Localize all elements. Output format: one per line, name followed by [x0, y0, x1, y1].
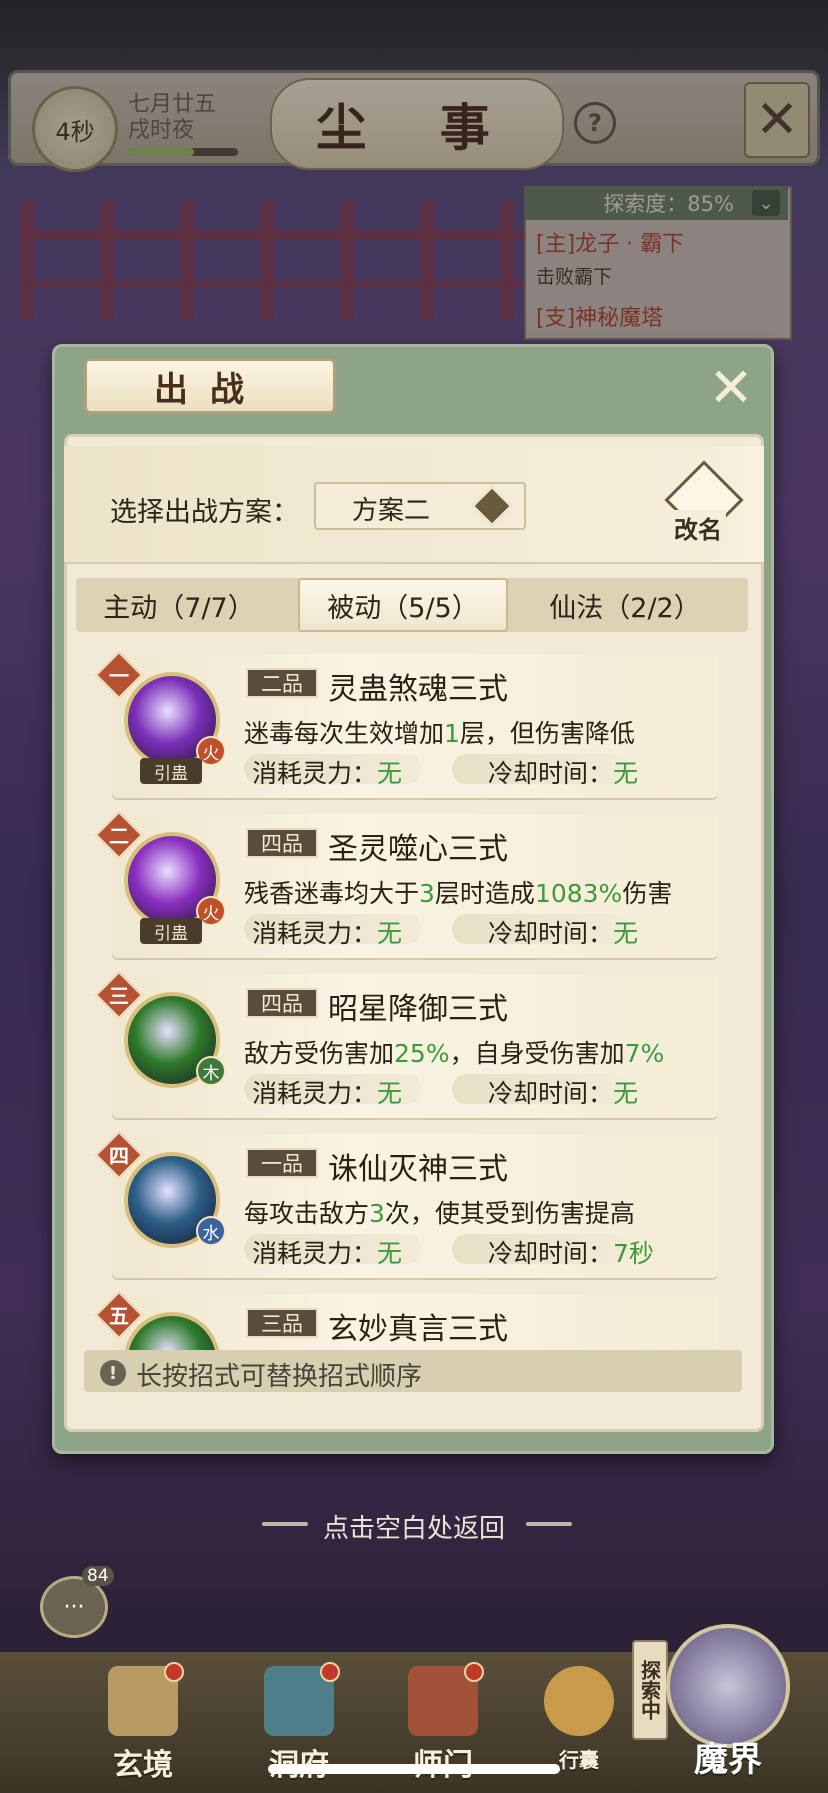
skill-tag: 引蛊 [140, 758, 202, 784]
nav-label: 洞府 [234, 1740, 364, 1784]
desc-text: 伤害 [622, 879, 673, 908]
skill-description: 敌方受伤害加25%，自身受伤害加7% [244, 1034, 664, 1070]
rename-button[interactable]: 改名 [670, 510, 726, 545]
plan-label: 选择出战方案： [110, 497, 299, 528]
skill-description: 残香迷毒均大于3层时造成1083%伤害 [244, 874, 672, 910]
desc-text: ，自身受伤害加 [449, 1039, 625, 1068]
element-badge: 水 [196, 1216, 226, 1246]
skill-card[interactable]: 二火引蛊 四品 圣灵噬心三式 残香迷毒均大于3层时造成1083%伤害 消耗灵力：无 冷却时… [94, 810, 724, 958]
nav-xingnang[interactable]: 行囊 [514, 1660, 644, 1780]
skill-description: 迷毒每次生效增加1层，但伤害降低 [244, 714, 635, 750]
skill-card[interactable]: 四水一品 诛仙灭神三式 每攻击敌方3次，使其受到伤害提高 消耗灵力：无 冷却时间：7秒 [94, 1130, 724, 1278]
mana-cost: 消耗灵力：无 [252, 914, 402, 950]
skill-card[interactable]: 三木四品 昭星降御三式 敌方受伤害加25%，自身受伤害加7% 消耗灵力：无 冷却时间：无 [94, 970, 724, 1118]
cooldown: 冷却时间：无 [488, 1074, 638, 1110]
hint-text: 长按招式可替换招式顺序 [136, 1362, 423, 1392]
stat-value: 无 [377, 919, 403, 948]
tab-passive-skills[interactable]: 被动（5/5） [298, 578, 508, 632]
nav-label: 师门 [378, 1740, 508, 1784]
skill-name: 玄妙真言三式 [328, 1312, 508, 1347]
close-icon[interactable]: ✕ [704, 356, 758, 419]
desc-value: 1083% [534, 879, 623, 908]
desc-value: 25% [394, 1039, 450, 1068]
stat-value: 7秒 [613, 1239, 654, 1268]
demon-realm-label[interactable]: 魔界 [656, 1732, 800, 1781]
skill-card[interactable]: 五 三品 玄妙真言三式 [94, 1290, 724, 1350]
element-badge: 木 [196, 1056, 226, 1086]
grade-badge: 四品 [246, 828, 318, 858]
desc-value: 1 [444, 719, 460, 748]
desc-text: 残香迷毒均大于 [244, 879, 420, 908]
info-icon: ! [100, 1360, 126, 1386]
stat-label: 冷却时间： [488, 919, 614, 948]
stat-label: 冷却时间： [488, 759, 614, 788]
skill-list: 一火引蛊 二品 灵蛊煞魂三式 迷毒每次生效增加1层，但伤害降低 消耗灵力：无 冷却时间：无… [0, 650, 828, 1350]
plan-value[interactable]: 方案二 [352, 490, 430, 527]
skill-name: 圣灵噬心三式 [328, 832, 508, 867]
skill-name: 昭星降御三式 [328, 992, 508, 1027]
demon-realm-icon[interactable] [666, 1624, 790, 1748]
nav-dongfu[interactable]: 洞府 [234, 1660, 364, 1783]
grade-badge: 二品 [246, 668, 318, 698]
skill-card[interactable]: 一火引蛊 二品 灵蛊煞魂三式 迷毒每次生效增加1层，但伤害降低 消耗灵力：无 冷却时间：无 [94, 650, 724, 798]
nav-shimen[interactable]: 师门 [378, 1660, 508, 1783]
notification-dot [464, 1662, 484, 1682]
cooldown: 冷却时间：无 [488, 754, 638, 790]
stat-label: 冷却时间： [488, 1239, 614, 1268]
tab-immortal-arts[interactable]: 仙法（2/2） [530, 578, 720, 632]
grade-badge: 三品 [246, 1308, 318, 1338]
desc-text: 每攻击敌方 [244, 1199, 370, 1228]
cooldown: 冷却时间：7秒 [488, 1234, 654, 1270]
stat-value: 无 [377, 1079, 403, 1108]
desc-text: 敌方受伤害加 [244, 1039, 395, 1068]
nav-xuanjing[interactable]: 玄境 [78, 1660, 208, 1783]
stat-value: 无 [613, 919, 639, 948]
dismiss-hint[interactable]: 点击空白处返回 [0, 1508, 828, 1545]
nav-label: 玄境 [113, 1748, 173, 1783]
mana-cost: 消耗灵力：无 [252, 1074, 402, 1110]
stat-value: 无 [613, 759, 639, 788]
skill-name: 灵蛊煞魂三式 [328, 672, 508, 707]
desc-value: 3 [419, 879, 435, 908]
explore-status-tag: 探索中 [632, 1640, 668, 1740]
stat-label: 消耗灵力： [252, 1079, 378, 1108]
desc-text: 层时造成 [434, 879, 535, 908]
stat-label: 消耗灵力： [252, 759, 378, 788]
notification-dot [164, 1662, 184, 1682]
home-indicator[interactable] [268, 1764, 560, 1774]
desc-text: 层，但伤害降低 [459, 719, 635, 748]
skill-description: 每攻击敌方3次，使其受到伤害提高 [244, 1194, 635, 1230]
tab-active-skills[interactable]: 主动（7/7） [84, 578, 274, 632]
rank-number: 三 [109, 984, 129, 1008]
dialog-title: 出战 [84, 358, 336, 414]
cooldown: 冷却时间：无 [488, 914, 638, 950]
notification-dot [320, 1662, 340, 1682]
chat-count-badge: 84 [82, 1566, 114, 1586]
rank-number: 四 [109, 1144, 129, 1168]
mana-cost: 消耗灵力：无 [252, 754, 402, 790]
rank-number: 二 [109, 824, 129, 848]
desc-text: 迷毒每次生效增加 [244, 719, 445, 748]
stat-label: 消耗灵力： [252, 1239, 378, 1268]
bag-icon [544, 1666, 614, 1736]
desc-text: 次，使其受到伤害提高 [384, 1199, 635, 1228]
rank-number: 五 [109, 1304, 129, 1328]
stat-label: 冷却时间： [488, 1079, 614, 1108]
grade-badge: 一品 [246, 1148, 318, 1178]
stat-value: 无 [613, 1079, 639, 1108]
stat-value: 无 [377, 759, 403, 788]
desc-value: 7% [624, 1039, 665, 1068]
mana-cost: 消耗灵力：无 [252, 1234, 402, 1270]
stat-value: 无 [377, 1239, 403, 1268]
rank-number: 一 [109, 664, 129, 688]
skill-tag: 引蛊 [140, 918, 202, 944]
stat-label: 消耗灵力： [252, 919, 378, 948]
grade-badge: 四品 [246, 988, 318, 1018]
skill-name: 诛仙灭神三式 [328, 1152, 508, 1187]
desc-value: 3 [369, 1199, 385, 1228]
